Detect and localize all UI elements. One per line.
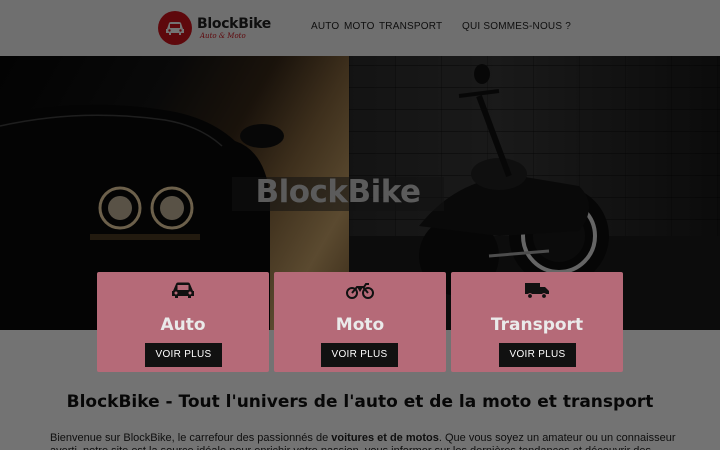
card-title-transport: Transport bbox=[490, 315, 584, 335]
see-more-auto-button[interactable]: VOIR PLUS bbox=[145, 343, 222, 367]
card-title-auto: Auto bbox=[160, 315, 206, 335]
see-more-moto-button[interactable]: VOIR PLUS bbox=[321, 343, 398, 367]
nav-transport[interactable]: TRANSPORT bbox=[379, 21, 442, 32]
brand-tagline: Auto & Moto bbox=[200, 31, 246, 40]
site-header: BlockBike Auto & Moto AUTO MOTO TRANSPOR… bbox=[0, 0, 720, 56]
category-card-moto[interactable]: Moto VOIR PLUS bbox=[274, 272, 446, 372]
nav-auto[interactable]: AUTO bbox=[311, 21, 339, 32]
intro-paragraph: Bienvenue sur BlockBike, le carrefour de… bbox=[50, 432, 700, 450]
category-card-auto[interactable]: Auto VOIR PLUS bbox=[97, 272, 269, 372]
car-icon bbox=[97, 280, 269, 300]
card-title-moto: Moto bbox=[335, 315, 385, 335]
nav-about[interactable]: QUI SOMMES-NOUS ? bbox=[462, 21, 571, 32]
truck-icon bbox=[451, 280, 623, 300]
category-card-transport[interactable]: Transport VOIR PLUS bbox=[451, 272, 623, 372]
brand-name: BlockBike bbox=[197, 15, 271, 32]
intro-text-prefix: Bienvenue sur BlockBike, le carrefour de… bbox=[50, 432, 332, 444]
hero-title: BlockBike bbox=[255, 174, 421, 210]
nav-moto[interactable]: MOTO bbox=[344, 21, 375, 32]
intro-text-bold: voitures et de motos bbox=[331, 432, 439, 444]
logo-car-icon bbox=[158, 11, 192, 45]
motorcycle-icon bbox=[274, 280, 446, 300]
page-heading: BlockBike - Tout l'univers de l'auto et … bbox=[66, 392, 654, 412]
brand-logo[interactable]: BlockBike Auto & Moto bbox=[158, 11, 271, 45]
see-more-transport-button[interactable]: VOIR PLUS bbox=[499, 343, 576, 367]
